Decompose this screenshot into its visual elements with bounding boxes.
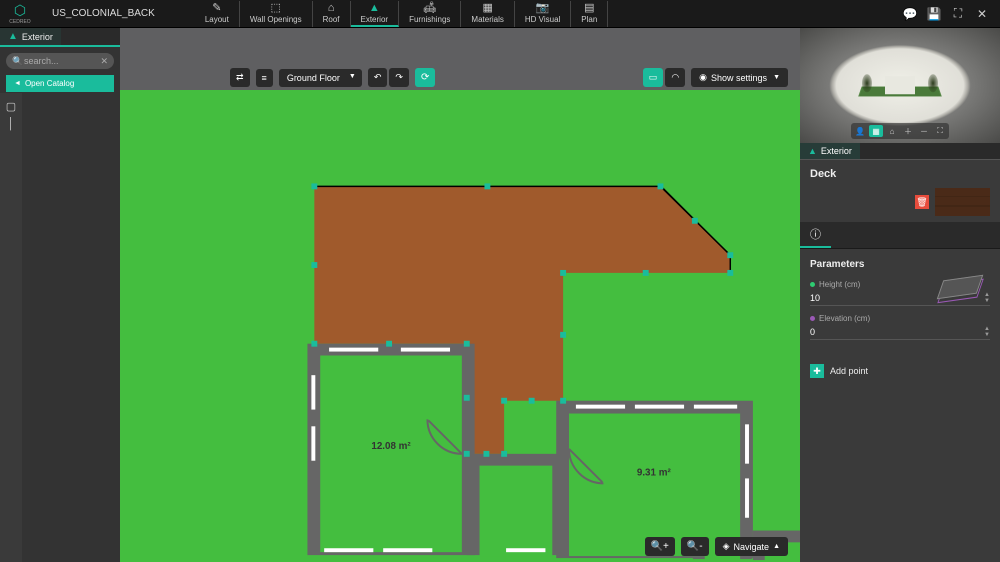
refresh-button[interactable]: ⟳ bbox=[415, 68, 435, 87]
logo-icon: ⬡ bbox=[14, 2, 26, 19]
project-name: US_COLONIAL_BACK bbox=[52, 8, 155, 19]
bottom-right-controls: 🔍+ 🔍- Navigate bbox=[645, 537, 788, 556]
chat-icon[interactable]: 💬 bbox=[902, 6, 918, 22]
main-nav: ✎Layout ⬚Wall Openings ⌂Roof ▲Exterior 🛋… bbox=[195, 1, 608, 27]
exterior-tab-icon: ▲ bbox=[8, 31, 18, 42]
preview-scene bbox=[850, 61, 950, 106]
search-icon: 🔍 bbox=[12, 56, 23, 67]
nav-layout[interactable]: ✎Layout bbox=[195, 1, 240, 27]
nav-plan[interactable]: ▤Plan bbox=[571, 1, 608, 27]
room-1-label: 12.08 m² bbox=[371, 441, 411, 452]
show-settings-button[interactable]: Show settings bbox=[691, 68, 788, 87]
pv-home-icon[interactable]: ⌂ bbox=[885, 125, 899, 137]
panel-tab-exterior[interactable]: ▲ Exterior bbox=[800, 143, 860, 159]
header-actions: 💬 💾 ⛶ ✕ bbox=[902, 6, 1000, 22]
floor-controls: ⇄ ≡ Ground Floor ↶ ↷ ⟳ bbox=[230, 68, 435, 87]
elevation-input[interactable] bbox=[810, 325, 870, 339]
pv-person-icon[interactable]: 👤 bbox=[853, 125, 867, 137]
wall-icon: ⬚ bbox=[271, 3, 281, 14]
shape-preview bbox=[940, 278, 985, 308]
exterior-icon: ▲ bbox=[369, 3, 380, 14]
panel-tab-header: ▲ Exterior bbox=[800, 143, 1000, 160]
parameters-title: Parameters bbox=[810, 259, 990, 270]
elevation-stepper[interactable]: ▲▼ bbox=[984, 326, 990, 338]
tool-line-icon[interactable]: │ bbox=[4, 117, 18, 131]
parameters-section: Parameters Height (cm) ▲▼ Elevation (cm)… bbox=[800, 249, 1000, 358]
redo-button[interactable]: ↷ bbox=[389, 68, 409, 87]
room-1[interactable] bbox=[320, 356, 462, 553]
preview-3d[interactable]: 👤 ▦ ⌂ ＋ － ⛶ bbox=[800, 28, 1000, 143]
nav-materials[interactable]: ▦Materials bbox=[461, 1, 514, 27]
pencil-icon: ✎ bbox=[212, 3, 221, 14]
right-view-controls: ▭ ◠ Show settings bbox=[643, 68, 788, 87]
elevation-label: Elevation (cm) bbox=[810, 314, 990, 323]
pv-zoom-in-icon[interactable]: ＋ bbox=[901, 125, 915, 137]
undo-button[interactable]: ↶ bbox=[368, 68, 388, 87]
pv-expand-icon[interactable]: ⛶ bbox=[933, 125, 947, 137]
roof-icon: ⌂ bbox=[328, 3, 335, 14]
height-input[interactable] bbox=[810, 291, 870, 305]
plan-icon: ▤ bbox=[584, 3, 594, 14]
param-elevation: Elevation (cm) ▲▼ bbox=[810, 314, 990, 340]
material-row: 🗑 bbox=[800, 188, 1000, 222]
nav-wall-openings[interactable]: ⬚Wall Openings bbox=[240, 1, 313, 27]
nav-exterior[interactable]: ▲Exterior bbox=[351, 1, 400, 27]
tool-square-icon[interactable]: ▢ bbox=[4, 99, 18, 113]
add-point-button[interactable]: ✚ Add point bbox=[810, 364, 990, 378]
logo[interactable]: ⬡ CEDREO bbox=[0, 0, 40, 27]
delete-material-button[interactable]: 🗑 bbox=[915, 195, 929, 209]
material-swatch[interactable] bbox=[935, 188, 990, 216]
elevation-dot-icon bbox=[810, 316, 815, 321]
sidebar-tab-header: ▲ Exterior bbox=[0, 28, 120, 47]
info-tab[interactable]: ⓘ bbox=[800, 222, 831, 248]
tool-strip: ▢ │ bbox=[0, 93, 22, 562]
camera-icon: 📷 bbox=[536, 3, 550, 14]
pv-zoom-out-icon[interactable]: － bbox=[917, 125, 931, 137]
furnishings-icon: 🛋 bbox=[423, 3, 437, 14]
app-header: ⬡ CEDREO US_COLONIAL_BACK ✎Layout ⬚Wall … bbox=[0, 0, 1000, 28]
detail-tabs: ⓘ bbox=[800, 222, 1000, 249]
room-2-label: 9.31 m² bbox=[637, 467, 672, 478]
corridor[interactable] bbox=[480, 466, 553, 556]
floor-selector[interactable]: Ground Floor bbox=[279, 69, 362, 87]
preview-controls: 👤 ▦ ⌂ ＋ － ⛶ bbox=[851, 123, 949, 139]
height-dot-icon bbox=[810, 282, 815, 287]
save-icon[interactable]: 💾 bbox=[926, 6, 942, 22]
logo-brand: CEDREO bbox=[9, 19, 30, 25]
sidebar-tab-exterior[interactable]: ▲ Exterior bbox=[0, 28, 61, 45]
floor-list-button[interactable]: ≡ bbox=[256, 69, 273, 87]
materials-icon: ▦ bbox=[482, 3, 492, 14]
pv-orbit-icon[interactable]: ▦ bbox=[869, 125, 883, 137]
open-catalog-button[interactable]: Open Catalog bbox=[6, 75, 114, 92]
search-box: 🔍 ✕ bbox=[6, 53, 114, 69]
nav-hd-visual[interactable]: 📷HD Visual bbox=[515, 1, 571, 27]
clear-search-icon[interactable]: ✕ bbox=[100, 56, 108, 67]
close-icon[interactable]: ✕ bbox=[974, 6, 990, 22]
nav-furnishings[interactable]: 🛋Furnishings bbox=[399, 1, 461, 27]
swap-floor-button[interactable]: ⇄ bbox=[230, 68, 250, 87]
add-point-icon: ✚ bbox=[810, 364, 824, 378]
right-panel: 👤 ▦ ⌂ ＋ － ⛶ ▲ Exterior Deck 🗑 ⓘ Paramete… bbox=[800, 28, 1000, 562]
navigate-button[interactable]: Navigate bbox=[715, 537, 788, 556]
object-title: Deck bbox=[800, 160, 1000, 188]
view-mode-1[interactable]: ▭ bbox=[643, 68, 664, 87]
view-mode-2[interactable]: ◠ bbox=[665, 68, 685, 87]
exterior-panel-icon: ▲ bbox=[808, 146, 817, 156]
zoom-out-button[interactable]: 🔍- bbox=[681, 537, 709, 556]
fullscreen-icon[interactable]: ⛶ bbox=[950, 6, 966, 22]
nav-roof[interactable]: ⌂Roof bbox=[313, 1, 351, 27]
sidebar-tab-label: Exterior bbox=[22, 32, 53, 42]
zoom-in-button[interactable]: 🔍+ bbox=[645, 537, 675, 556]
room-2[interactable] bbox=[569, 414, 740, 557]
